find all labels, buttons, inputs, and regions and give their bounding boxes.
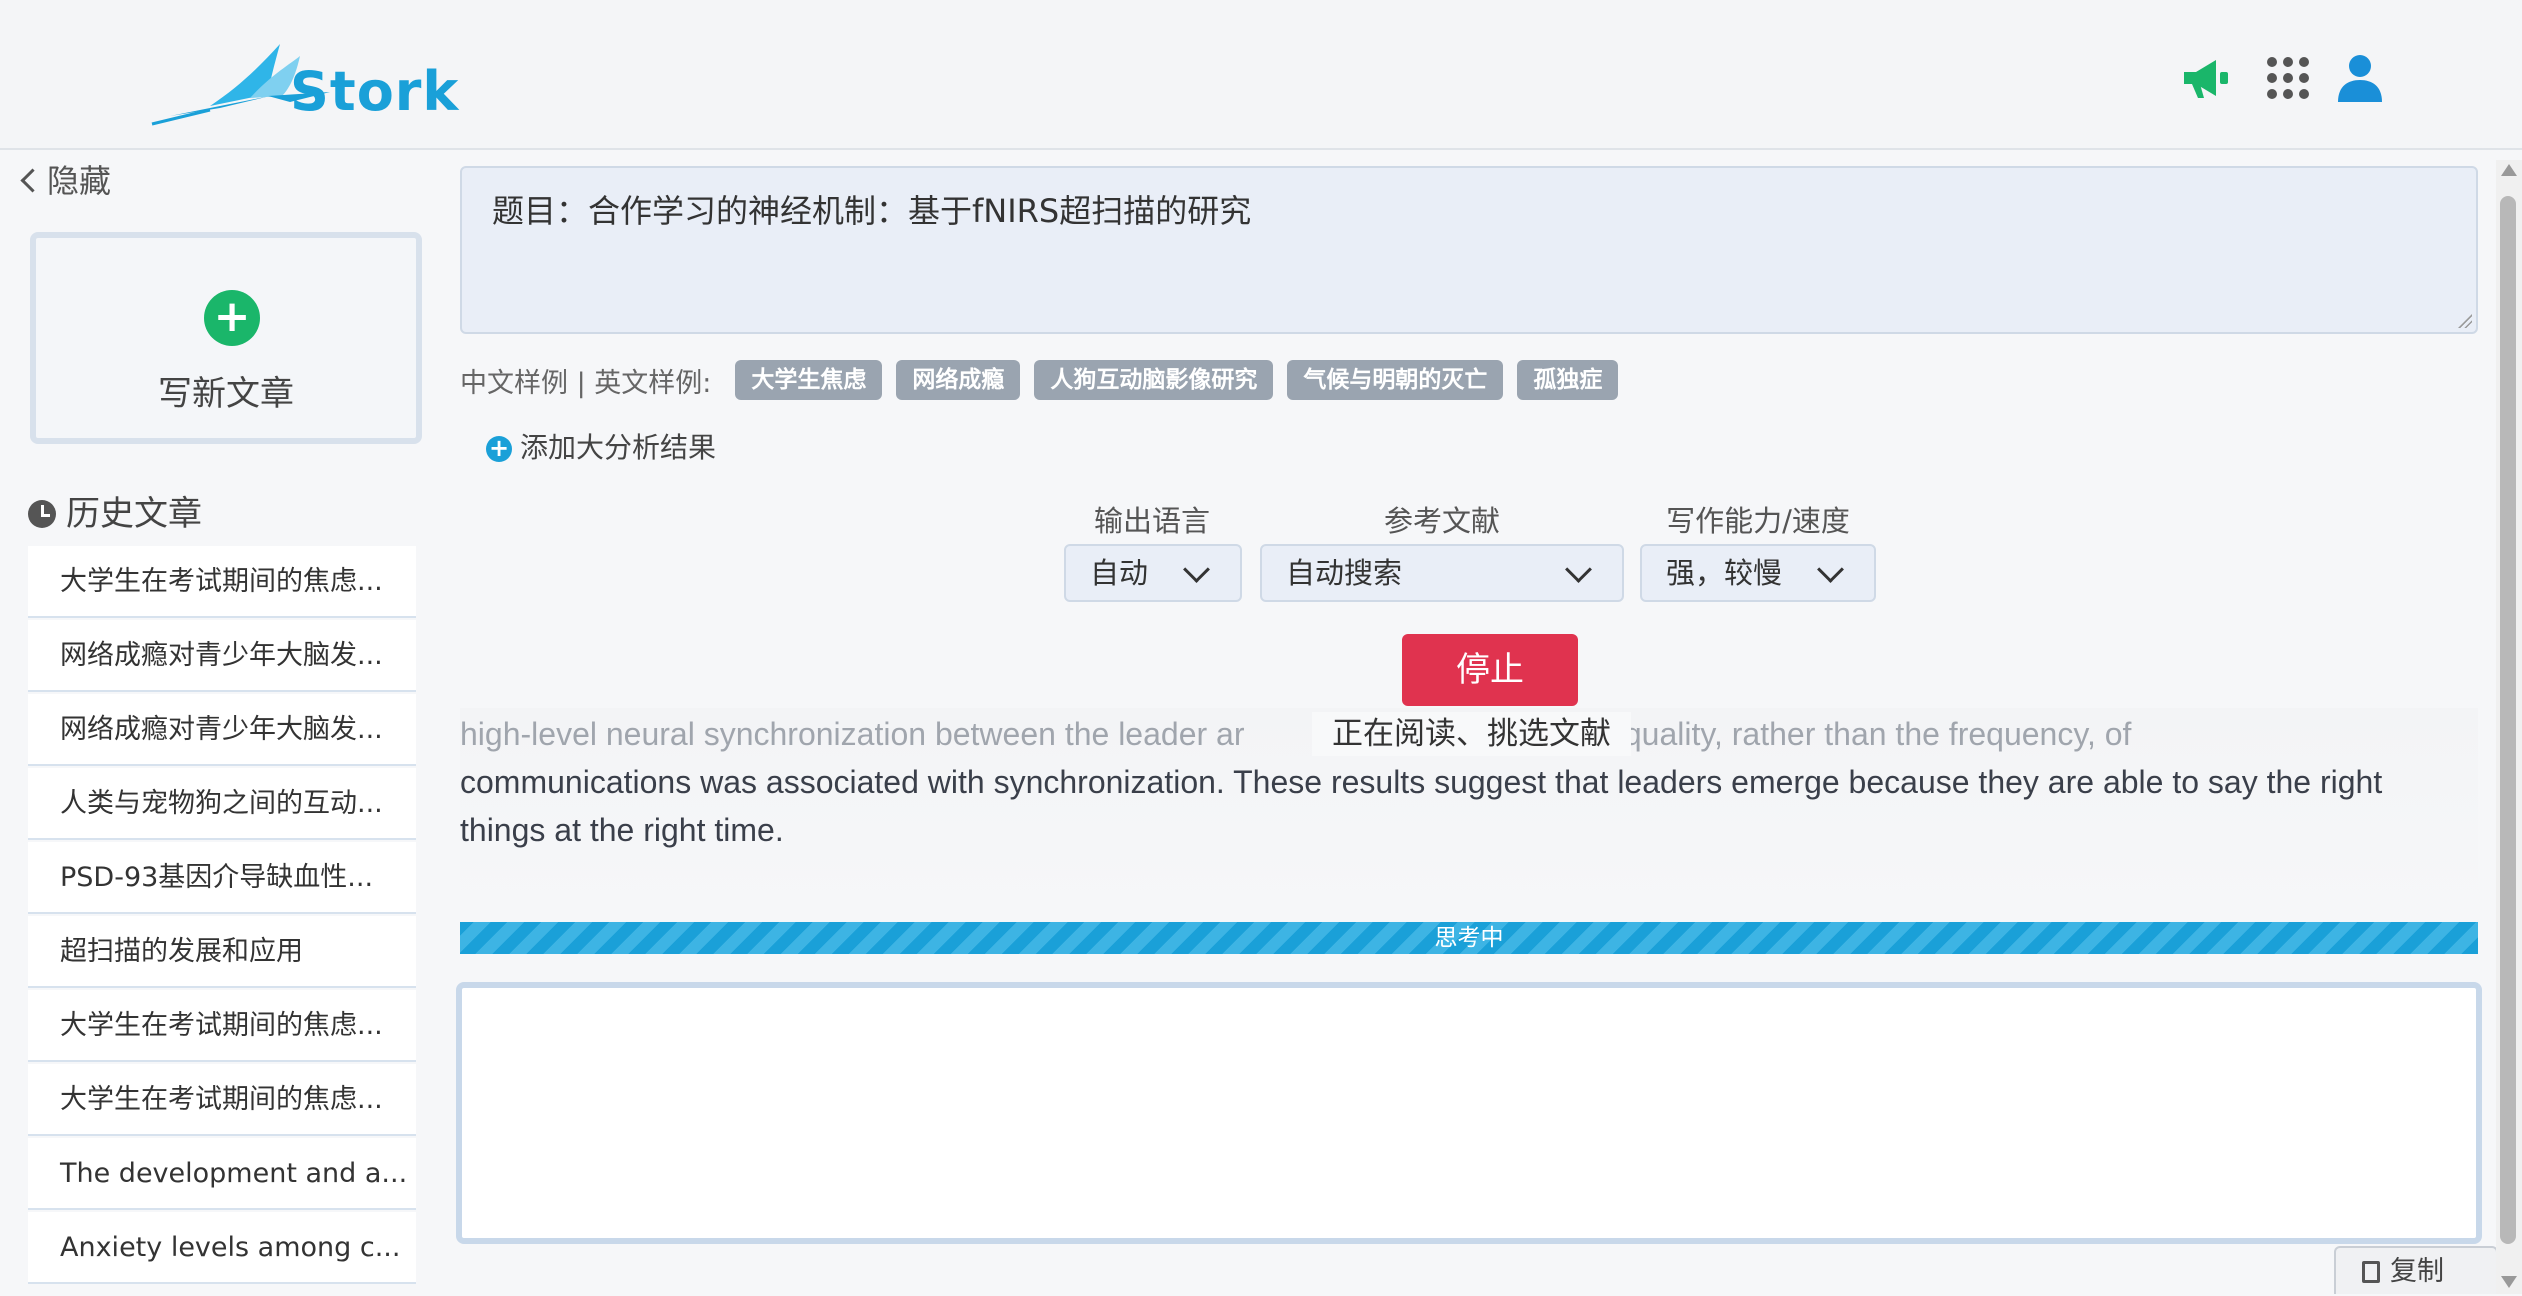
app-header: Stork	[0, 0, 2522, 150]
topic-text: 题目：合作学习的神经机制：基于fNIRS超扫描的研究	[492, 192, 1252, 230]
language-label: 输出语言	[1093, 504, 1210, 538]
example-tag[interactable]: 人狗互动脑影像研究	[1034, 360, 1274, 400]
example-tag[interactable]: 气候与明朝的灭亡	[1287, 360, 1504, 400]
example-tag[interactable]: 网络成瘾	[896, 360, 1021, 400]
history-item[interactable]: 超扫描的发展和应用	[28, 916, 416, 988]
copy-label: 复制	[2390, 1256, 2444, 1287]
progress-bar: 思考中	[460, 922, 2478, 954]
clock-icon	[28, 500, 56, 528]
scroll-down-icon[interactable]	[2501, 1276, 2517, 1288]
chevron-down-icon	[1183, 556, 1210, 583]
plus-icon: +	[204, 290, 260, 346]
copy-icon	[2362, 1261, 2380, 1283]
scroll-thumb[interactable]	[2500, 196, 2516, 1244]
history-title-text: 历史文章	[66, 494, 202, 534]
history-item[interactable]: Anxiety levels among c...	[28, 1212, 416, 1284]
plus-circle-icon: +	[486, 436, 512, 462]
megaphone-icon[interactable]	[2180, 52, 2232, 104]
ability-select[interactable]: 强，较慢	[1640, 544, 1876, 602]
history-item[interactable]: 大学生在考试期间的焦虑...	[28, 546, 416, 618]
user-icon[interactable]	[2334, 52, 2386, 104]
new-article-button[interactable]: + 写新文章	[30, 232, 422, 444]
examples-label: 中文样例 | 英文样例:	[460, 367, 712, 399]
hide-label: 隐藏	[47, 162, 112, 200]
history-item[interactable]: 人类与宠物狗之间的互动...	[28, 768, 416, 840]
new-article-label: 写新文章	[158, 374, 294, 414]
history-item[interactable]: 网络成瘾对青少年大脑发...	[28, 620, 416, 692]
chevron-left-icon	[20, 168, 45, 193]
copy-button[interactable]: 复制	[2334, 1246, 2498, 1294]
scroll-up-icon[interactable]	[2501, 164, 2517, 176]
progress-label: 思考中	[1434, 925, 1504, 951]
editor-area[interactable]	[456, 982, 2482, 1244]
ability-label: 写作能力/速度	[1666, 504, 1850, 538]
history-title: 历史文章	[28, 486, 202, 535]
history-item[interactable]: PSD-93基因介导缺血性...	[28, 842, 416, 914]
chevron-down-icon	[1817, 556, 1844, 583]
ability-value: 强，较慢	[1666, 556, 1783, 590]
hide-sidebar-link[interactable]: 隐藏	[20, 156, 112, 202]
add-analysis-button[interactable]: + 添加大分析结果	[486, 426, 716, 466]
stop-button[interactable]: 停止	[1402, 634, 1578, 706]
example-tags-row: 中文样例 | 英文样例: 大学生焦虑 网络成瘾 人狗互动脑影像研究 气候与明朝的…	[460, 358, 1619, 402]
topic-textarea[interactable]: 题目：合作学习的神经机制：基于fNIRS超扫描的研究	[460, 166, 2478, 334]
history-item[interactable]: 大学生在考试期间的焦虑...	[28, 990, 416, 1062]
output-line-left: high-level neural synchronization betwee…	[460, 716, 1245, 752]
language-value: 自动	[1090, 556, 1149, 590]
references-label: 参考文献	[1383, 504, 1500, 538]
example-tag[interactable]: 孤独症	[1517, 360, 1619, 400]
status-message: 正在阅读、挑选文献	[1312, 712, 1631, 756]
example-tag[interactable]: 大学生焦虑	[735, 360, 883, 400]
language-select[interactable]: 自动	[1064, 544, 1242, 602]
history-item[interactable]: 网络成瘾对青少年大脑发...	[28, 694, 416, 766]
history-item[interactable]: The development and a...	[28, 1138, 416, 1210]
page-scrollbar[interactable]	[2496, 160, 2522, 1294]
output-rest: communications was associated with synch…	[460, 764, 2383, 848]
chevron-down-icon	[1565, 556, 1592, 583]
output-line-right: the quality, rather than the frequency, …	[1570, 716, 2132, 752]
references-value: 自动搜索	[1286, 556, 1403, 590]
add-analysis-label: 添加大分析结果	[520, 431, 717, 464]
references-select[interactable]: 自动搜索	[1260, 544, 1624, 602]
resize-grip-icon[interactable]	[2458, 314, 2472, 328]
apps-grid-icon[interactable]	[2262, 52, 2314, 104]
history-list: 大学生在考试期间的焦虑... 网络成瘾对青少年大脑发... 网络成瘾对青少年大脑…	[28, 546, 416, 1286]
history-item[interactable]: 大学生在考试期间的焦虑...	[28, 1064, 416, 1136]
brand-name: Stork	[290, 60, 460, 123]
